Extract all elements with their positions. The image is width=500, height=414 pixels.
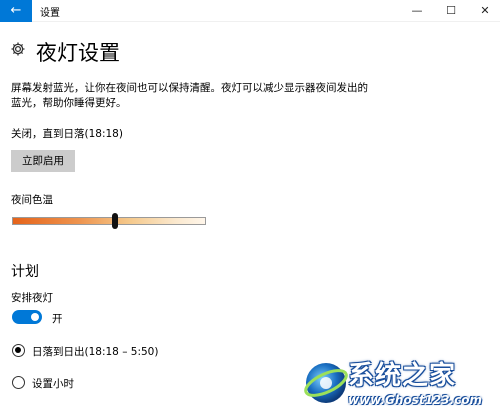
set-hours-label[interactable]: 设置小时 [32, 376, 74, 391]
set-hours-radio[interactable] [12, 376, 25, 389]
sunset-to-sunrise-radio[interactable] [12, 344, 25, 357]
back-button[interactable]: ← [0, 0, 32, 22]
toggle-knob [31, 313, 39, 321]
gear-icon [10, 41, 26, 57]
back-arrow-icon: ← [10, 3, 22, 18]
page-title: 夜灯设置 [36, 41, 120, 65]
title-bar: ← 设置 — ☐ ✕ [0, 0, 500, 22]
watermark-url: www.Ghost123.com [348, 393, 483, 407]
enable-now-button[interactable]: 立即启用 [11, 150, 75, 172]
sunset-to-sunrise-label[interactable]: 日落到日出(18:18 – 5:50) [32, 344, 158, 359]
schedule-section-title: 计划 [11, 264, 39, 280]
color-temperature-slider-track[interactable] [12, 217, 206, 225]
window-title: 设置 [40, 8, 60, 19]
watermark-logo-icon [300, 355, 352, 407]
minimize-button[interactable]: — [402, 0, 432, 22]
description-text: 屏幕发射蓝光，让你在夜间也可以保持清醒。夜灯可以减少显示器夜间发出的蓝光，帮助你… [11, 82, 368, 109]
watermark-brand: 系统之家 [348, 361, 457, 391]
watermark: 系统之家 www.Ghost123.com [300, 355, 500, 414]
schedule-toggle[interactable] [12, 310, 42, 324]
close-button[interactable]: ✕ [470, 0, 500, 22]
toggle-state-text: 开 [52, 313, 63, 325]
maximize-button[interactable]: ☐ [436, 0, 466, 22]
color-temperature-label: 夜间色温 [11, 194, 53, 206]
status-text: 关闭，直到日落(18:18) [11, 128, 123, 140]
color-temperature-slider-thumb[interactable] [111, 213, 118, 229]
schedule-night-light-label: 安排夜灯 [11, 292, 53, 304]
